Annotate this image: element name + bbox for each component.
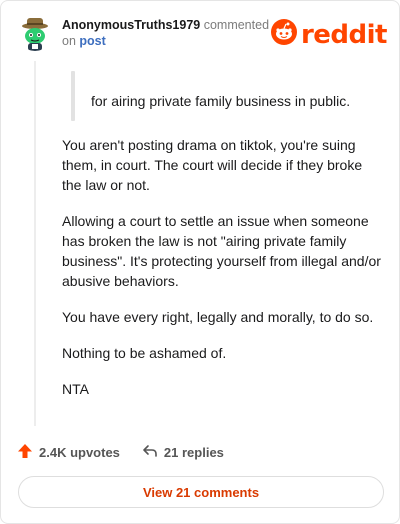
comment-paragraph: You have every right, legally and morall… <box>62 309 374 325</box>
quoted-text: for airing private family business in pu… <box>91 93 351 109</box>
thread-line[interactable] <box>34 61 36 426</box>
post-link[interactable]: post <box>79 34 105 48</box>
comment-body: You aren't posting drama on tiktok, you'… <box>62 135 382 415</box>
upvote-button[interactable]: 2.4K upvotes <box>17 443 120 462</box>
comment-paragraph: Nothing to be ashamed of. <box>62 345 227 361</box>
comment-paragraph: You aren't posting drama on tiktok, you'… <box>62 137 363 193</box>
reddit-wordmark: reddit <box>300 19 388 50</box>
view-comments-button[interactable]: View 21 comments <box>18 476 384 508</box>
replies-button[interactable]: 21 replies <box>142 443 224 462</box>
comment-card: AnonymousTruths1979 commented on post re… <box>0 0 400 524</box>
comment-meta: AnonymousTruths1979 commented on post <box>62 17 292 49</box>
reddit-snoo-icon <box>270 19 297 50</box>
reddit-logo[interactable]: reddit <box>270 19 388 50</box>
reply-arrow-icon <box>142 443 164 462</box>
comment-paragraph: NTA <box>62 381 89 397</box>
upvote-arrow-icon <box>17 443 39 462</box>
upvote-count: 2.4K upvotes <box>39 444 120 460</box>
comment-header: AnonymousTruths1979 commented on post re… <box>17 15 388 55</box>
on-label: on <box>62 34 80 48</box>
avatar[interactable] <box>17 15 53 51</box>
comment-actions: 2.4K upvotes 21 replies <box>17 441 224 463</box>
username-link[interactable]: AnonymousTruths1979 <box>62 18 200 32</box>
commented-label: commented <box>200 18 270 32</box>
replies-count: 21 replies <box>163 444 224 460</box>
comment-paragraph: Allowing a court to settle an issue when… <box>62 213 381 289</box>
quote-bar <box>71 71 75 121</box>
